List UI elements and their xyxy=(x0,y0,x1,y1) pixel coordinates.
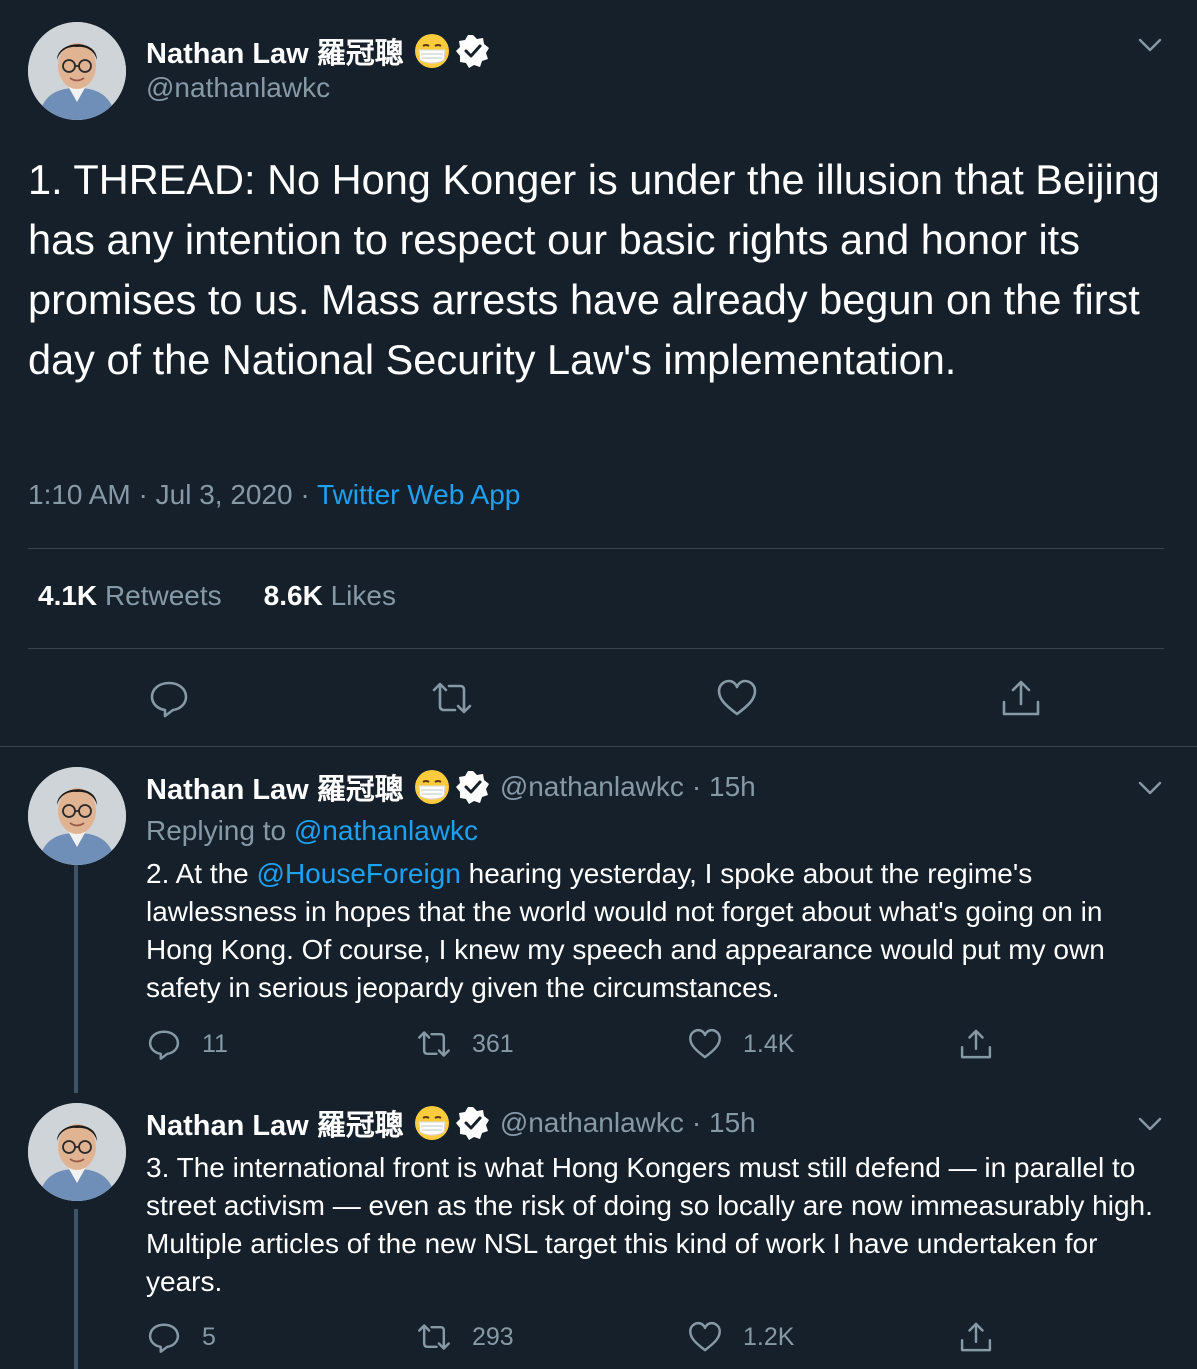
like-count: 1.2K xyxy=(743,1322,795,1351)
retweets-stat[interactable]: 4.1K Retweets xyxy=(38,580,222,612)
likes-label: Likes xyxy=(330,580,396,611)
meta-separator: · xyxy=(138,479,148,510)
author-name[interactable]: Nathan Law 羅冠聰 xyxy=(146,30,404,72)
retweet-count: 361 xyxy=(472,1029,514,1058)
tweet-time[interactable]: 1:10 AM xyxy=(28,479,131,510)
reply-icon xyxy=(148,1030,180,1060)
avatar-photo xyxy=(28,22,126,120)
author-handle[interactable]: @nathanlawkc xyxy=(500,1107,684,1139)
tweet-actions: 11 361 1.4K xyxy=(0,1026,1197,1066)
avatar[interactable] xyxy=(28,1103,126,1201)
face-with-medical-mask-icon xyxy=(414,33,450,69)
reply-button[interactable]: 5 xyxy=(146,1319,216,1355)
retweets-count: 4.1K xyxy=(38,580,98,611)
reply-icon[interactable] xyxy=(147,676,191,720)
retweet-icon[interactable] xyxy=(430,676,474,720)
tweet-time-ago[interactable]: · 15h xyxy=(692,771,756,803)
likes-count: 8.6K xyxy=(263,580,323,611)
retweet-count: 293 xyxy=(472,1322,514,1351)
tweet-text-prefix: 2. At the xyxy=(146,858,257,889)
meta-separator: · xyxy=(300,479,310,510)
like-icon xyxy=(689,1321,721,1352)
share-icon xyxy=(960,1322,992,1352)
author-name-row: Nathan Law 羅冠聰 @nathanlawkc · 15h xyxy=(146,767,756,807)
avatar-photo xyxy=(28,767,126,865)
chevron-down-icon[interactable] xyxy=(1137,32,1163,58)
reply-icon xyxy=(148,1323,180,1353)
author-name[interactable]: Nathan Law 羅冠聰 xyxy=(146,1102,404,1144)
tweet-text: 2. At the @HouseForeign hearing yesterda… xyxy=(146,855,1171,1007)
avatar-photo xyxy=(28,1103,126,1201)
reply-button[interactable]: 11 xyxy=(146,1026,228,1062)
like-count: 1.4K xyxy=(743,1029,795,1058)
author-handle[interactable]: @nathanlawkc xyxy=(146,72,330,104)
share-button[interactable] xyxy=(958,1319,1014,1355)
like-icon[interactable] xyxy=(715,676,759,720)
author-handle[interactable]: @nathanlawkc xyxy=(500,771,684,803)
retweet-button[interactable]: 293 xyxy=(416,1319,514,1355)
verified-badge-icon xyxy=(455,770,490,804)
tweet-text: 3. The international front is what Hong … xyxy=(146,1152,1153,1297)
avatar[interactable] xyxy=(28,767,126,865)
reply-count: 11 xyxy=(202,1029,228,1058)
retweet-button[interactable]: 361 xyxy=(416,1026,514,1062)
twitter-thread-page: Nathan Law 羅冠聰 @nathanlawkc 1. THREAD: N… xyxy=(0,0,1197,1369)
author-name[interactable]: Nathan Law 羅冠聰 xyxy=(146,766,404,808)
tweet-date[interactable]: Jul 3, 2020 xyxy=(156,479,293,510)
chevron-down-icon[interactable] xyxy=(1137,1111,1163,1137)
reply-tweet[interactable]: Nathan Law 羅冠聰 @nathanlawkc · 15h xyxy=(0,1093,1197,1369)
likes-stat[interactable]: 8.6K Likes xyxy=(264,580,396,612)
face-with-medical-mask-icon xyxy=(414,769,450,805)
face-with-medical-mask-icon xyxy=(414,1105,450,1141)
main-tweet: Nathan Law 羅冠聰 @nathanlawkc 1. THREAD: N… xyxy=(0,0,1197,746)
share-icon xyxy=(960,1029,992,1059)
reply-count: 5 xyxy=(202,1322,216,1351)
like-button[interactable]: 1.4K xyxy=(687,1026,794,1062)
tweet-time-ago[interactable]: · 15h xyxy=(692,1107,756,1139)
verified-badge-icon xyxy=(455,1106,490,1140)
mention-link[interactable]: @HouseForeign xyxy=(257,858,461,889)
replying-label: Replying to xyxy=(146,815,287,846)
tweet-meta: 1:10 AM · Jul 3, 2020 · Twitter Web App xyxy=(28,479,520,511)
verified-badge-icon xyxy=(455,34,490,68)
tweet-text: 1. THREAD: No Hong Konger is under the i… xyxy=(28,156,1160,383)
tweet-actions: 5 293 1.2K xyxy=(0,1319,1197,1359)
author-name-row: Nathan Law 羅冠聰 xyxy=(146,30,490,72)
divider xyxy=(28,648,1164,649)
like-icon xyxy=(689,1028,721,1059)
chevron-down-icon[interactable] xyxy=(1137,775,1163,801)
divider xyxy=(28,548,1164,549)
tweet-source-link[interactable]: Twitter Web App xyxy=(317,479,520,510)
like-button[interactable]: 1.2K xyxy=(687,1319,794,1355)
avatar[interactable] xyxy=(28,22,126,120)
share-button[interactable] xyxy=(958,1026,1014,1062)
engagement-stats: 4.1K Retweets 8.6K Likes xyxy=(38,580,438,612)
reply-tweet[interactable]: Nathan Law 羅冠聰 @nathanlawkc · 15h xyxy=(0,747,1197,1093)
replying-to: Replying to @nathanlawkc xyxy=(146,815,478,847)
retweet-icon xyxy=(418,1031,450,1057)
share-icon[interactable] xyxy=(999,676,1043,720)
replying-to-mention[interactable]: @nathanlawkc xyxy=(294,815,478,846)
retweet-icon xyxy=(418,1324,450,1350)
author-name-row: Nathan Law 羅冠聰 @nathanlawkc · 15h xyxy=(146,1103,756,1143)
retweets-label: Retweets xyxy=(104,580,222,611)
